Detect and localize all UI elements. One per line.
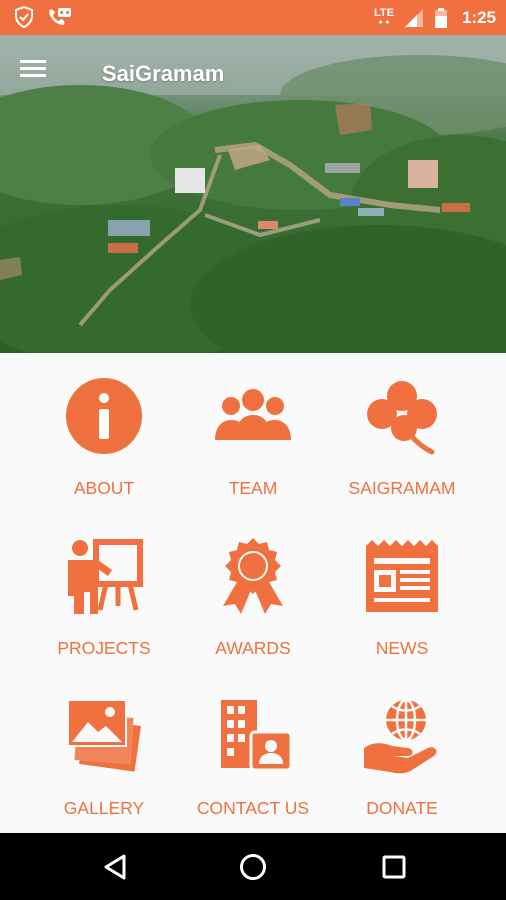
menu-grid: ABOUT TEAM SAIGRAMAM PROJECTS AWARDS NEW… [0, 353, 506, 833]
battery-icon [434, 7, 447, 28]
app-bar: SaiGramam [0, 35, 506, 113]
menu-item-projects[interactable]: PROJECTS [29, 516, 179, 666]
menu-label: SAIGRAMAM [348, 478, 456, 498]
menu-item-gallery[interactable]: GALLERY [29, 676, 179, 826]
donate-icon [364, 698, 437, 774]
system-nav-bar [0, 833, 506, 900]
menu-item-contact-us[interactable]: CONTACT US [178, 676, 328, 826]
hero-aerial-image: SaiGramam [0, 35, 506, 353]
team-icon [215, 389, 291, 440]
award-icon [223, 538, 283, 614]
clock: 1:25 [461, 7, 496, 27]
menu-item-team[interactable]: TEAM [178, 356, 328, 506]
menu-label: GALLERY [63, 798, 145, 818]
menu-item-saigramam[interactable]: SAIGRAMAM [327, 356, 477, 506]
back-icon[interactable] [96, 847, 136, 887]
home-icon[interactable] [233, 847, 273, 887]
menu-item-donate[interactable]: DONATE [327, 676, 477, 826]
info-icon [66, 378, 142, 454]
menu-label: DONATE [366, 798, 438, 818]
app-title: SaiGramam [102, 61, 225, 86]
menu-item-awards[interactable]: AWARDS [178, 516, 328, 666]
status-bar: LTE ✦✦ 1:25 [0, 0, 506, 35]
menu-label: CONTACT US [196, 798, 310, 818]
shield-check-icon [15, 6, 33, 28]
newspaper-icon [366, 540, 438, 612]
menu-label: TEAM [228, 478, 278, 498]
menu-label: PROJECTS [57, 638, 151, 658]
signal-icon [404, 8, 423, 27]
menu-item-about[interactable]: ABOUT [29, 356, 179, 506]
menu-label: ABOUT [73, 478, 135, 498]
menu-item-news[interactable]: NEWS [327, 516, 477, 666]
hamburger-menu-icon[interactable] [20, 57, 60, 91]
presentation-icon [68, 539, 143, 614]
menu-label: NEWS [375, 638, 429, 658]
clover-icon [367, 381, 437, 455]
voicemail-icon [49, 8, 71, 25]
contact-icon [221, 700, 293, 772]
network-type: LTE ✦✦ [374, 6, 394, 27]
menu-label: AWARDS [215, 638, 291, 658]
recents-icon[interactable] [374, 847, 414, 887]
gallery-icon [67, 699, 141, 772]
